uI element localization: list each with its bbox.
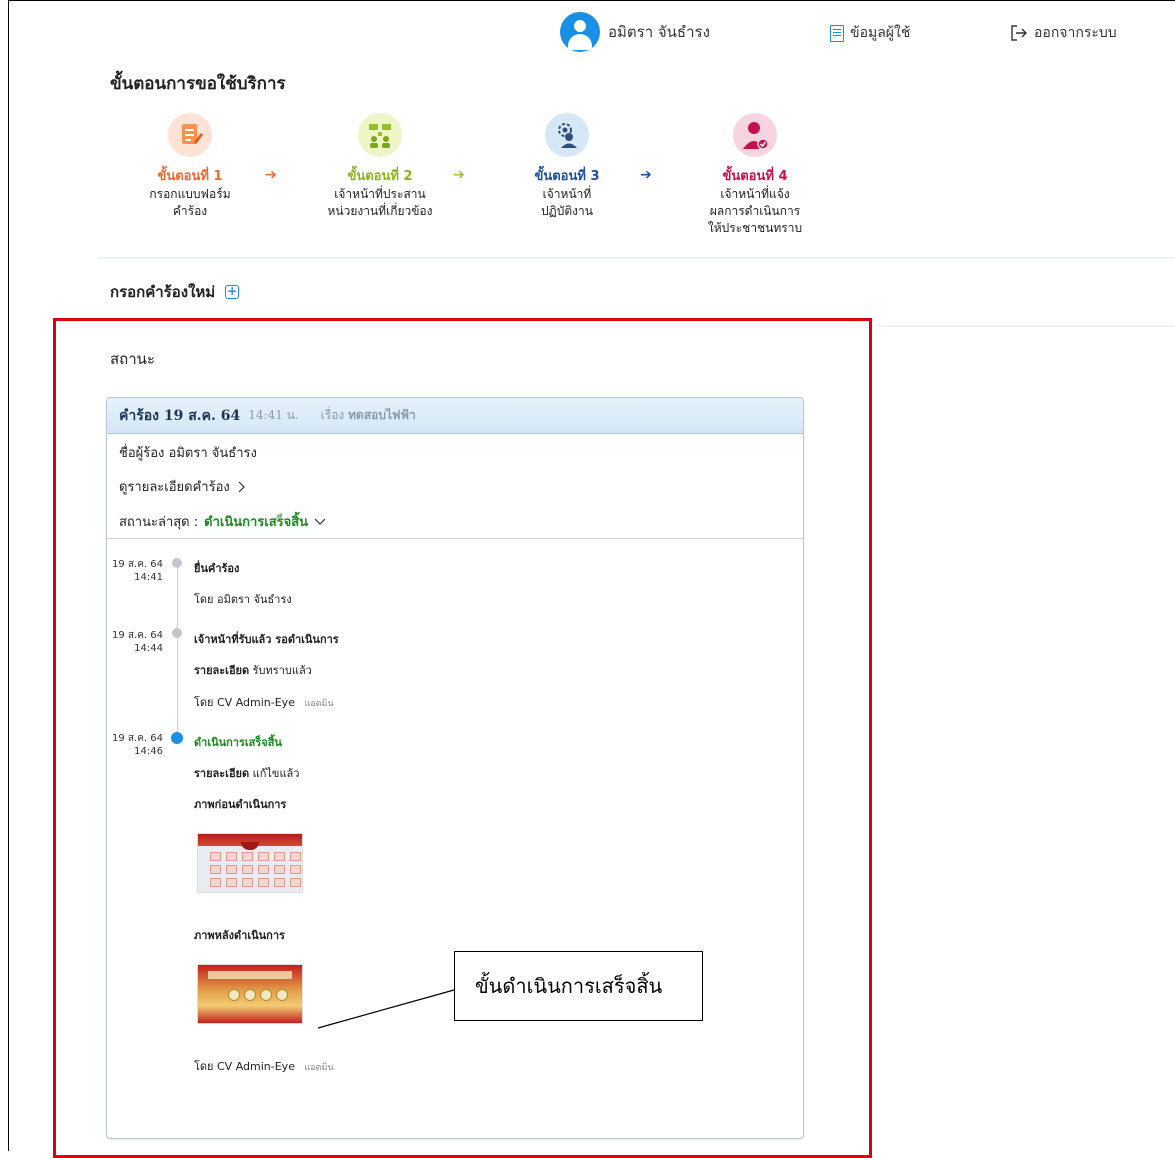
step-1-label: ขั้นตอนที่ 1 bbox=[157, 169, 223, 184]
event-date: 19 ส.ค. 64 bbox=[112, 733, 163, 744]
before-image-thumbnail[interactable] bbox=[197, 833, 303, 893]
user-name: อมิตรา จันธำรง bbox=[608, 23, 710, 41]
latest-status-toggle[interactable]: สถานะล่าสุด : ดำเนินการเสร็จสิ้น bbox=[119, 511, 326, 532]
logout-link[interactable]: ออกจากระบบ bbox=[1010, 22, 1117, 44]
new-request-label: กรอกคำร้องใหม่ bbox=[110, 283, 216, 301]
logout-link-label: ออกจากระบบ bbox=[1034, 25, 1117, 41]
user-menu[interactable]: อมิตรา จันธำรง bbox=[560, 12, 710, 52]
step-3-desc-line2: ปฏิบัติงาน bbox=[541, 204, 593, 218]
card-divider bbox=[107, 538, 803, 539]
request-date-label: คำร้อง 19 ส.ค. 64 bbox=[119, 407, 241, 424]
event-date: 19 ส.ค. 64 bbox=[112, 559, 163, 570]
detail-label: รายละเอียด bbox=[194, 767, 250, 780]
detail-value: รับทราบแล้ว bbox=[252, 664, 312, 677]
by-name: อมิตรา จันธำรง bbox=[217, 593, 292, 606]
step-arrow-icon: ➔ bbox=[640, 167, 652, 183]
request-time: 14:41 น. bbox=[248, 408, 299, 422]
event-title: ดำเนินการเสร็จสิ้น bbox=[194, 736, 282, 749]
step-1-desc-line1: กรอกแบบฟอร์ม bbox=[149, 187, 231, 201]
event-time: 14:41 bbox=[134, 572, 163, 583]
profile-link-label: ข้อมูลผู้ใช้ bbox=[850, 25, 911, 41]
by-prefix: โดย bbox=[194, 593, 214, 606]
staff-check-icon bbox=[733, 113, 777, 157]
step-2-desc-line1: เจ้าหน้าที่ประสาน bbox=[334, 187, 426, 201]
step-4-desc-line3: ให้ประชาชนทราบ bbox=[707, 221, 803, 235]
new-request-button[interactable]: กรอกคำร้องใหม่ + bbox=[110, 280, 240, 304]
event-time: 14:44 bbox=[134, 643, 163, 654]
step-3: ขั้นตอนที่ 3 เจ้าหน้าที่ ปฏิบัติงาน bbox=[482, 113, 652, 220]
section-divider bbox=[876, 325, 1175, 327]
request-card-header: คำร้อง 19 ส.ค. 64 14:41 น. เรื่อง ทดสอบไ… bbox=[107, 398, 803, 434]
plus-icon: + bbox=[225, 284, 240, 299]
user-avatar-icon bbox=[560, 12, 600, 52]
coordination-icon bbox=[358, 113, 402, 157]
step-1: ขั้นตอนที่ 1 กรอกแบบฟอร์ม คำร้อง bbox=[105, 113, 275, 220]
requester-row: ชื่อผู้ร้อง อมิตรา จันธำรง bbox=[119, 442, 257, 463]
detail-label: รายละเอียด bbox=[194, 664, 250, 677]
request-card: คำร้อง 19 ส.ค. 64 14:41 น. เรื่อง ทดสอบไ… bbox=[106, 397, 804, 1139]
subject-value: ทดสอบไฟฟ้า bbox=[348, 408, 416, 422]
event-by: โดย อมิตรา จันธำรง bbox=[194, 590, 292, 608]
requester-name: อมิตรา จันธำรง bbox=[168, 446, 257, 461]
section-divider bbox=[98, 257, 1175, 259]
event-by: โดย CV Admin-Eye แอดมิน bbox=[194, 1057, 334, 1075]
timeline-line bbox=[177, 558, 178, 743]
step-arrow-icon: ➔ bbox=[453, 167, 465, 183]
event-date: 19 ส.ค. 64 bbox=[112, 630, 163, 641]
by-role: แอดมิน bbox=[304, 1063, 334, 1073]
logout-icon bbox=[1011, 25, 1027, 41]
step-arrow-icon: ➔ bbox=[265, 167, 277, 183]
form-edit-icon bbox=[168, 113, 212, 157]
chevron-down-icon bbox=[314, 518, 326, 525]
by-name: CV Admin-Eye bbox=[217, 1060, 295, 1073]
timeline-dot bbox=[172, 628, 182, 638]
by-prefix: โดย bbox=[194, 1060, 214, 1073]
step-2-label: ขั้นตอนที่ 2 bbox=[347, 169, 413, 184]
chevron-right-icon bbox=[238, 481, 245, 492]
frame-left-border bbox=[8, 0, 9, 1151]
event-detail: รายละเอียด รับทราบแล้ว bbox=[194, 661, 312, 679]
staff-gear-icon bbox=[545, 113, 589, 157]
step-4-desc-line2: ผลการดำเนินการ bbox=[709, 204, 801, 218]
after-image-label: ภาพหลังดำเนินการ bbox=[194, 929, 285, 942]
view-details-link[interactable]: ดูรายละเอียดคำร้อง bbox=[119, 476, 246, 497]
frame-top-border bbox=[8, 0, 1175, 1]
event-time: 14:46 bbox=[134, 746, 163, 757]
timeline-date: 19 ส.ค. 64 14:41 bbox=[111, 558, 163, 584]
timeline-dot bbox=[172, 558, 182, 568]
callout-annotation: ขั้นดำเนินการเสร็จสิ้น bbox=[454, 951, 703, 1021]
latest-status-value: ดำเนินการเสร็จสิ้น bbox=[204, 515, 309, 530]
by-prefix: โดย bbox=[194, 696, 214, 709]
timeline-dot-active bbox=[171, 732, 183, 744]
document-icon bbox=[830, 24, 844, 42]
step-4-label: ขั้นตอนที่ 4 bbox=[722, 169, 788, 184]
by-name: CV Admin-Eye bbox=[217, 696, 295, 709]
page-title: ขั้นตอนการขอใช้บริการ bbox=[110, 74, 286, 94]
before-image-label: ภาพก่อนดำเนินการ bbox=[194, 798, 287, 811]
status-title: สถานะ bbox=[110, 350, 155, 368]
request-subject: เรื่อง ทดสอบไฟฟ้า bbox=[321, 406, 416, 425]
step-3-label: ขั้นตอนที่ 3 bbox=[534, 169, 600, 184]
timeline-date: 19 ส.ค. 64 14:46 bbox=[111, 732, 163, 758]
profile-link[interactable]: ข้อมูลผู้ใช้ bbox=[830, 22, 910, 44]
event-title: เจ้าหน้าที่รับแล้ว รอดำเนินการ bbox=[194, 633, 339, 646]
latest-status-label: สถานะล่าสุด : bbox=[119, 515, 199, 530]
event-title: ยื่นคำร้อง bbox=[194, 562, 240, 575]
event-detail: รายละเอียด แก้ไขแล้ว bbox=[194, 764, 299, 782]
view-details-label: ดูรายละเอียดคำร้อง bbox=[119, 480, 230, 495]
step-4-desc-line1: เจ้าหน้าที่แจ้ง bbox=[720, 187, 790, 201]
timeline-date: 19 ส.ค. 64 14:44 bbox=[111, 629, 163, 655]
after-image-thumbnail[interactable] bbox=[197, 964, 303, 1024]
step-1-desc-line2: คำร้อง bbox=[172, 204, 208, 218]
subject-prefix: เรื่อง bbox=[320, 408, 345, 422]
step-2: ขั้นตอนที่ 2 เจ้าหน้าที่ประสาน หน่วยงานท… bbox=[295, 113, 465, 220]
step-3-desc-line1: เจ้าหน้าที่ bbox=[542, 187, 592, 201]
event-by: โดย CV Admin-Eye แอดมิน bbox=[194, 693, 334, 711]
detail-value: แก้ไขแล้ว bbox=[252, 767, 300, 780]
by-role: แอดมิน bbox=[304, 699, 334, 709]
requester-label: ชื่อผู้ร้อง bbox=[119, 446, 165, 461]
step-4: ขั้นตอนที่ 4 เจ้าหน้าที่แจ้ง ผลการดำเนิน… bbox=[670, 113, 840, 237]
step-2-desc-line2: หน่วยงานที่เกี่ยวข้อง bbox=[327, 204, 433, 218]
